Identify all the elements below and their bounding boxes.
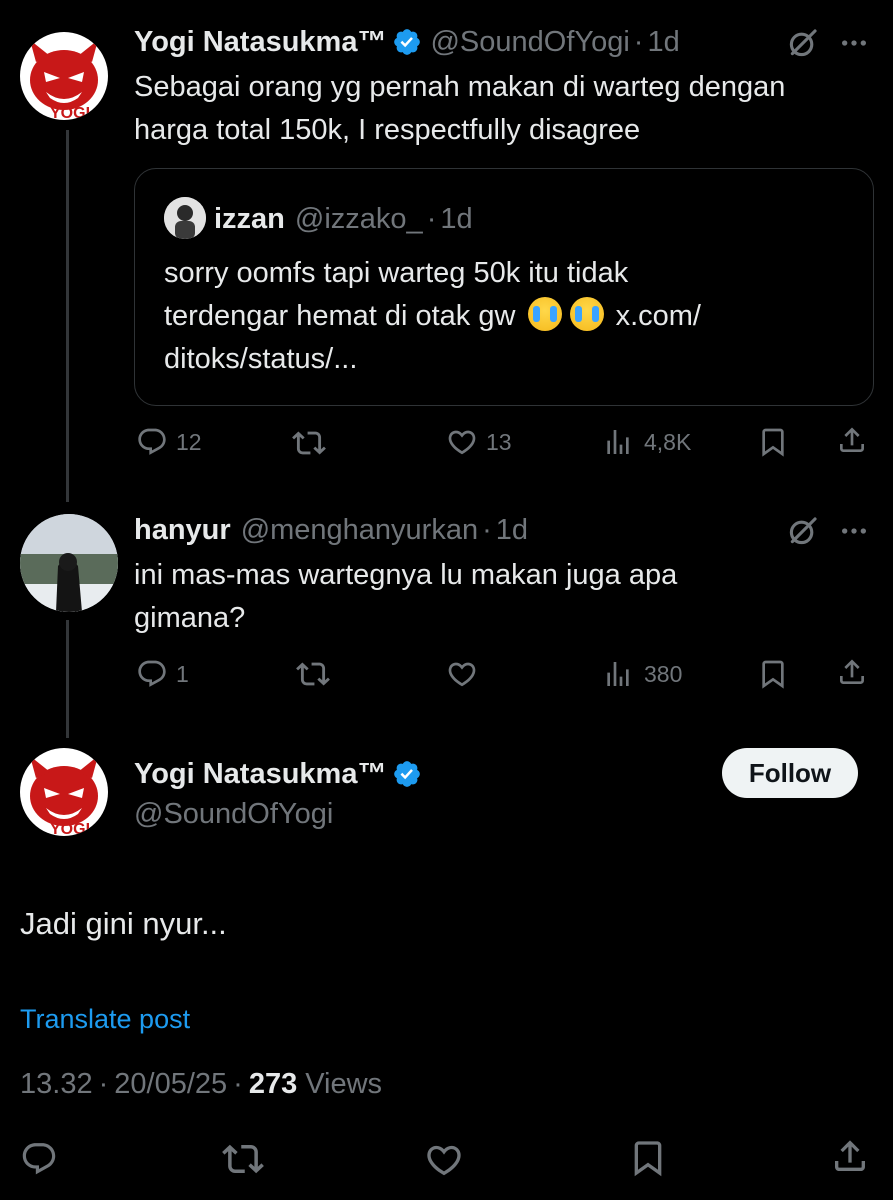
- separator: ·: [482, 513, 492, 546]
- author-handle[interactable]: @SoundOfYogi: [430, 26, 629, 59]
- more-icon[interactable]: [838, 515, 870, 547]
- crying-emoji-icon: [569, 297, 604, 331]
- verified-badge-icon: [392, 27, 422, 57]
- bookmark-button[interactable]: [757, 426, 789, 458]
- post-text-line: gimana?: [134, 602, 246, 634]
- reply-button[interactable]: 12: [136, 426, 202, 458]
- bookmark-button[interactable]: [757, 658, 789, 690]
- repost-button[interactable]: [292, 426, 326, 460]
- main-post-text: Jadi gini nyur...: [20, 906, 227, 941]
- like-icon: [424, 1140, 464, 1180]
- avatar[interactable]: [20, 514, 118, 612]
- author-name[interactable]: hanyur: [134, 514, 231, 547]
- post-header: hanyur @menghanyurkan · 1d: [134, 510, 528, 550]
- quote-text-line: sorry oomfs tapi warteg 50k itu tidak: [164, 257, 629, 289]
- like-button[interactable]: 13: [446, 426, 512, 458]
- avatar[interactable]: YOGI: [20, 32, 108, 120]
- thread-line: [66, 620, 69, 738]
- repost-button[interactable]: [296, 657, 330, 691]
- reply-count: 1: [176, 660, 189, 687]
- reply-button[interactable]: [20, 1140, 58, 1178]
- translate-link[interactable]: Translate post: [20, 1004, 190, 1035]
- quote-time: 1d: [440, 202, 473, 235]
- bookmark-icon: [628, 1138, 668, 1178]
- repost-button[interactable]: [222, 1138, 264, 1180]
- reply-icon: [136, 426, 168, 458]
- share-button[interactable]: [836, 424, 868, 456]
- repost-icon: [296, 657, 330, 691]
- post-text: ini mas-mas wartegnya lu makan juga apa …: [134, 554, 677, 640]
- share-icon: [830, 1136, 870, 1176]
- grok-icon[interactable]: [786, 514, 820, 548]
- share-icon: [836, 424, 868, 456]
- quote-text-line: terdengar hemat di otak gw: [164, 300, 516, 332]
- like-count: 13: [486, 428, 512, 455]
- author-handle[interactable]: @SoundOfYogi: [134, 798, 333, 831]
- post-time[interactable]: 1d: [496, 514, 528, 547]
- grok-icon[interactable]: [786, 26, 820, 60]
- post-date[interactable]: 20/05/25: [114, 1068, 227, 1101]
- quote-header: izzan @izzako_ · 1d: [214, 200, 473, 238]
- quote-text-line: ditoks/status/...: [164, 343, 358, 375]
- views-count: 4,8K: [644, 428, 692, 455]
- reply-count: 12: [176, 428, 202, 455]
- avatar[interactable]: YOGI: [20, 748, 108, 836]
- bookmark-icon: [757, 658, 789, 690]
- share-icon: [836, 656, 868, 688]
- post-header: Yogi Natasukma™ @SoundOfYogi · 1d: [134, 22, 680, 62]
- thread-line: [66, 130, 69, 502]
- follow-button[interactable]: Follow: [722, 748, 858, 798]
- views-count: 380: [644, 660, 683, 687]
- post-time[interactable]: 13.32: [20, 1068, 93, 1101]
- views-icon: [602, 658, 634, 690]
- svg-text:YOGI: YOGI: [50, 821, 90, 836]
- post-time[interactable]: 1d: [647, 26, 679, 59]
- like-icon: [446, 426, 478, 458]
- views-button[interactable]: 380: [602, 658, 682, 690]
- svg-text:YOGI: YOGI: [50, 105, 90, 120]
- crying-emoji-icon: [527, 297, 562, 331]
- author-name[interactable]: Yogi Natasukma™: [134, 758, 386, 791]
- author-handle[interactable]: @menghanyurkan: [241, 514, 478, 547]
- quote-avatar: [164, 197, 206, 239]
- like-icon: [446, 658, 478, 690]
- post-text-line: ini mas-mas wartegnya lu makan juga apa: [134, 559, 678, 591]
- quote-author-name: izzan: [214, 202, 285, 235]
- like-button[interactable]: [424, 1140, 464, 1180]
- post-text: Sebagai orang yg pernah makan di warteg …: [134, 66, 785, 152]
- main-post-header: Yogi Natasukma™: [134, 754, 422, 794]
- repost-icon: [292, 426, 326, 460]
- bookmark-icon: [757, 426, 789, 458]
- quote-author-handle: @izzako_: [294, 202, 423, 235]
- views-label: Views: [305, 1068, 383, 1100]
- share-button[interactable]: [830, 1136, 870, 1176]
- reply-button[interactable]: 1: [136, 658, 189, 690]
- views-button[interactable]: 4,8K: [602, 426, 691, 458]
- like-button[interactable]: [446, 658, 478, 690]
- quote-link: x.com/: [615, 300, 701, 332]
- separator: ·: [633, 25, 644, 58]
- views-count[interactable]: 273: [249, 1068, 297, 1101]
- repost-icon: [222, 1138, 264, 1180]
- separator: ·: [426, 202, 437, 235]
- more-icon[interactable]: [838, 27, 870, 59]
- views-icon: [602, 426, 634, 458]
- post-metadata: 13.32 · 20/05/25 · 273 Views: [20, 1068, 383, 1101]
- quote-text: sorry oomfs tapi warteg 50k itu tidak te…: [164, 252, 701, 381]
- reply-icon: [20, 1140, 58, 1178]
- share-button[interactable]: [836, 656, 868, 688]
- reply-icon: [136, 658, 168, 690]
- author-name[interactable]: Yogi Natasukma™: [134, 26, 386, 59]
- post-text-line: harga total 150k, I respectfully disagre…: [134, 114, 641, 146]
- post-text-line: Sebagai orang yg pernah makan di warteg …: [134, 71, 786, 103]
- verified-badge-icon: [392, 759, 422, 789]
- bookmark-button[interactable]: [628, 1138, 668, 1178]
